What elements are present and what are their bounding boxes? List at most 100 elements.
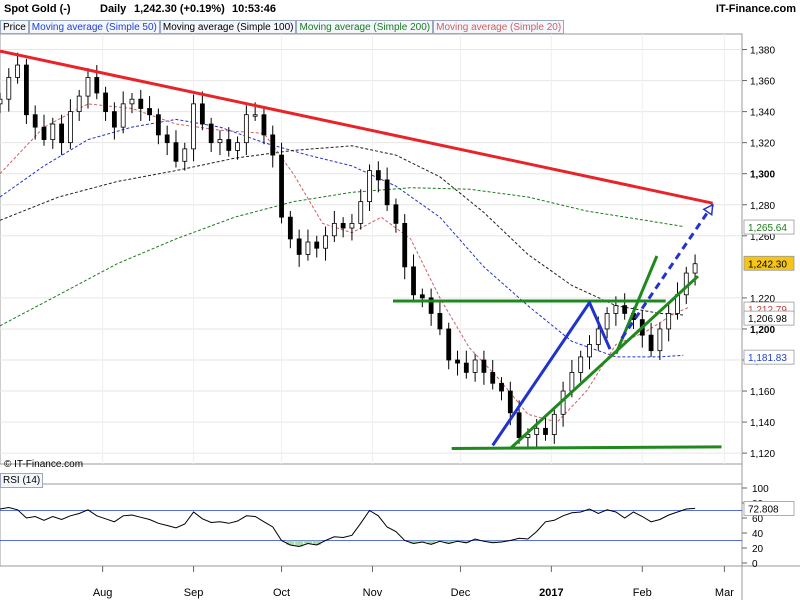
rsi-panel <box>0 483 743 567</box>
candle-body <box>437 313 443 330</box>
time-tick-label: 2017 <box>539 587 563 599</box>
price-tick-label: 1,360 <box>750 77 775 88</box>
price-tick-label: 1,300 <box>750 170 775 181</box>
legend-sma-100[interactable]: Moving average (Simple 100) <box>159 20 297 34</box>
candle-body <box>595 328 601 345</box>
time-label: 10:53:46 <box>232 3 277 15</box>
candle-body <box>543 427 548 435</box>
candle-body <box>217 139 223 144</box>
candle-body <box>490 372 496 384</box>
price-tick-label: 1,320 <box>750 139 775 150</box>
candle-body <box>622 305 628 314</box>
candle-body <box>578 356 584 373</box>
candle-body <box>331 222 337 237</box>
candle-body <box>252 114 258 117</box>
candle-body <box>613 305 619 314</box>
price-label-text: 1,206.98 <box>748 314 787 325</box>
candle-body <box>76 95 82 113</box>
candle-body <box>15 64 20 78</box>
chart-header: Spot Gold (-) Daily 1,242.30 (+0.19%) 10… <box>0 0 800 20</box>
price-tick-label: 1,140 <box>750 418 775 429</box>
candle-body <box>384 179 390 206</box>
candle-body <box>164 134 170 144</box>
candle-body <box>6 77 12 100</box>
period-label: Daily <box>100 3 127 15</box>
candle-body <box>155 114 161 136</box>
candle-body <box>604 313 610 330</box>
candle-body <box>587 344 592 358</box>
indicator-legend: Price Moving average (Simple 50) Moving … <box>0 20 565 34</box>
candle-body <box>446 328 452 361</box>
time-tick-label: Nov <box>363 587 383 599</box>
trendline-arrowhead <box>702 203 714 217</box>
rsi-value-text: 72.808 <box>748 504 779 515</box>
candle-body <box>120 103 126 128</box>
candle-body <box>85 77 91 97</box>
candle-body <box>419 294 425 299</box>
candle-body <box>569 372 575 392</box>
candle-body <box>296 238 302 255</box>
time-tick-label: Mar <box>715 587 734 599</box>
price-change: 1,242.30 (+0.19%) <box>134 3 225 15</box>
candle-body <box>472 359 478 373</box>
stock-chart[interactable]: 1,3801,3601,3401,3201,3001,2801,2601,220… <box>0 0 800 600</box>
candle-body <box>129 98 135 105</box>
legend-sma-50[interactable]: Moving average (Simple 50) <box>28 20 160 34</box>
price-tick-label: 1,280 <box>750 201 775 212</box>
candle-body <box>173 142 179 162</box>
candle-body <box>411 266 416 296</box>
candle-body <box>94 77 100 94</box>
candle-body <box>323 235 328 249</box>
legend-sma-20[interactable]: Moving average (Simple 20) <box>433 20 565 34</box>
candle-body <box>455 359 460 364</box>
candle-body <box>111 111 117 128</box>
rsi-tick-label: 100 <box>752 484 769 495</box>
price-tick-label: 1,340 <box>750 108 775 119</box>
candle-body <box>279 154 284 218</box>
price-panel <box>0 33 743 465</box>
candle-body <box>23 64 29 116</box>
candle-body <box>208 123 214 144</box>
rsi-tick-label: 0 <box>752 559 758 570</box>
candle-body <box>41 126 47 140</box>
candle-body <box>657 328 663 352</box>
trendline <box>451 445 722 450</box>
candle-body <box>261 114 267 136</box>
candle-body <box>402 222 408 268</box>
candle-body <box>340 222 346 229</box>
candle-body <box>481 359 487 373</box>
rsi-tick-label: 40 <box>752 529 764 540</box>
legend-price[interactable]: Price <box>0 20 29 34</box>
candle-body <box>191 103 196 150</box>
candle-body <box>516 412 522 439</box>
candle-body <box>648 334 654 352</box>
rsi-oversold-fill <box>286 540 295 545</box>
rsi-legend[interactable]: RSI (14) <box>0 473 44 488</box>
instrument-title: Spot Gold (-) <box>4 3 71 15</box>
candle-body <box>692 263 698 274</box>
candle-body <box>147 108 152 116</box>
time-tick-label: Feb <box>633 587 652 599</box>
candle-body <box>182 148 188 162</box>
time-tick-label: Sep <box>184 587 204 599</box>
price-label-text: 1,181.83 <box>748 353 787 364</box>
candle-body <box>534 427 540 435</box>
candle-body <box>314 241 320 249</box>
candle-body <box>67 111 73 144</box>
brand-name: IT-Finance.com <box>715 3 796 15</box>
time-tick-label: Aug <box>93 587 113 599</box>
candle-body <box>199 103 205 125</box>
candle-body <box>103 92 108 113</box>
candle-body <box>507 390 513 414</box>
candle-body <box>243 114 249 144</box>
candle-body <box>305 241 311 255</box>
price-label-text: 1,265.64 <box>748 223 787 234</box>
candle-body <box>59 123 64 144</box>
moving-average-line <box>0 103 690 423</box>
candle-body <box>499 382 504 392</box>
candle-body <box>367 170 372 203</box>
candle-body <box>463 362 469 373</box>
candle-body <box>393 204 399 224</box>
rsi-tick-label: 20 <box>752 544 764 555</box>
legend-sma-200[interactable]: Moving average (Simple 200) <box>296 20 434 34</box>
